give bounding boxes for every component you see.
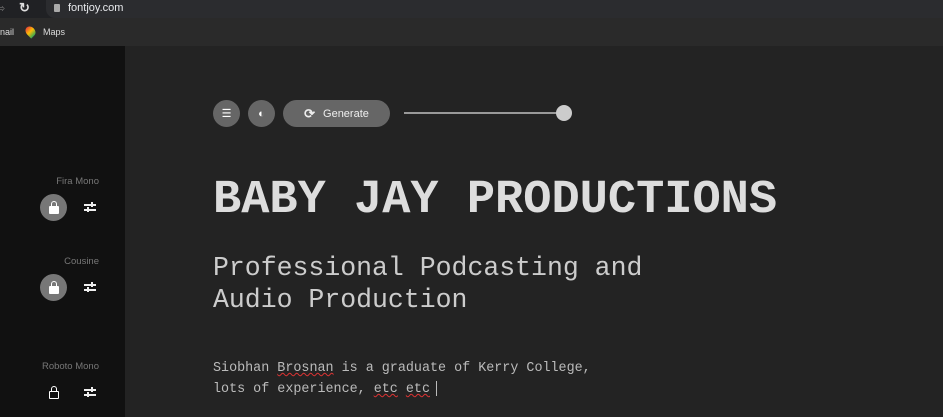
contrast-icon: ◐ (258, 107, 265, 120)
text: Siobhan (213, 361, 278, 376)
maps-icon (23, 24, 38, 39)
list-icon: ☰ (221, 108, 232, 120)
generate-button[interactable]: ⟳ Generate (283, 100, 390, 127)
unlock-icon (48, 385, 59, 399)
bookmarks-bar: nail Maps (0, 18, 943, 46)
refresh-icon: ⟳ (304, 105, 316, 121)
body-text[interactable]: Siobhan Brosnan is a graduate of Kerry C… (213, 358, 613, 400)
heading[interactable]: BABY JAY PRODUCTIONS (213, 174, 777, 227)
bookmark-mail[interactable]: nail (0, 27, 14, 37)
lock-icon (48, 280, 59, 294)
font-name: Cousine (64, 256, 99, 267)
generate-label: Generate (323, 107, 369, 120)
unlock-button[interactable] (40, 379, 67, 406)
slider-track[interactable] (404, 112, 564, 114)
lock-icon (54, 4, 60, 12)
text (398, 382, 406, 397)
tune-icon[interactable] (84, 387, 98, 399)
text-caret (435, 380, 437, 396)
list-button[interactable]: ☰ (213, 100, 240, 127)
lock-button[interactable] (40, 274, 67, 301)
slider-thumb[interactable] (556, 105, 572, 121)
reload-icon[interactable]: ↻ (19, 0, 30, 16)
lock-icon (48, 200, 59, 214)
address-bar[interactable]: fontjoy.com (46, 0, 943, 18)
bookmark-maps[interactable]: Maps (43, 27, 65, 37)
lock-button[interactable] (40, 194, 67, 221)
misspelled-word: etc (373, 382, 398, 397)
font-sidebar: Fira Mono Cousine Roboto Mono (0, 46, 125, 417)
main-area: ☰ ◐ ⟳ Generate BABY JAY PRODUCTIONS Profe… (125, 46, 943, 417)
misspelled-word: etc (405, 382, 430, 397)
subheading[interactable]: Professional Podcasting and Audio Produc… (213, 252, 673, 316)
tune-icon[interactable] (84, 282, 98, 294)
browser-toolbar: ⇨ ↻ fontjoy.com (0, 0, 943, 18)
contrast-button[interactable]: ◐ (248, 100, 275, 127)
forward-icon[interactable]: ⇨ (0, 2, 5, 15)
font-name: Fira Mono (56, 176, 99, 187)
misspelled-word: Brosnan (277, 361, 334, 376)
url-text: fontjoy.com (68, 2, 124, 14)
tune-icon[interactable] (84, 202, 98, 214)
font-name: Roboto Mono (41, 361, 99, 372)
